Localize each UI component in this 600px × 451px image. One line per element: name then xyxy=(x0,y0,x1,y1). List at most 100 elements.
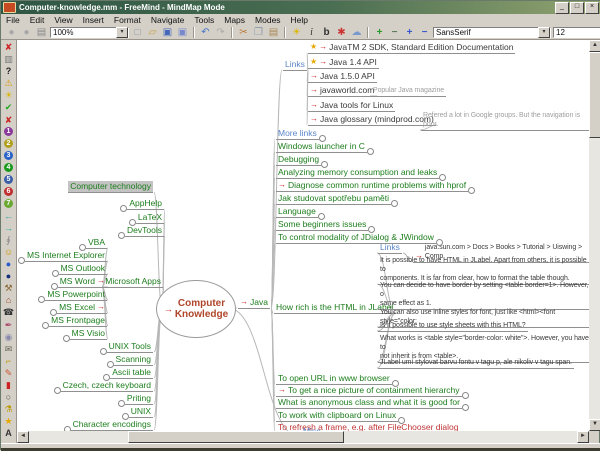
scroll-right-button[interactable]: ► xyxy=(577,431,589,443)
node-jak-studovat[interactable]: Jak studovat spotřebu paměti xyxy=(276,193,392,205)
fold-indicator[interactable] xyxy=(79,244,86,251)
trash-icon[interactable]: ▥ xyxy=(3,53,15,65)
telephone-icon[interactable]: ☎ xyxy=(3,306,15,318)
font-combo[interactable]: SansSerif ▾ xyxy=(433,27,551,38)
fold-indicator[interactable] xyxy=(63,335,70,342)
key-icon[interactable]: ⌐ xyxy=(3,355,15,367)
menu-tools[interactable]: Tools xyxy=(189,15,219,25)
fold-indicator[interactable] xyxy=(118,400,125,407)
number-5-icon[interactable]: 5 xyxy=(4,175,13,185)
node-ms-outlook[interactable]: MS Outlook xyxy=(58,263,107,275)
disc-icon[interactable]: ◉ xyxy=(3,331,15,343)
fold-indicator[interactable] xyxy=(436,239,443,246)
warning-icon[interactable]: ⚠ xyxy=(3,77,15,89)
back-icon[interactable]: ● xyxy=(5,27,18,39)
node-anonymous-class[interactable]: What is anonymous class and what it is g… xyxy=(276,397,462,409)
font-a-icon[interactable]: A xyxy=(3,427,15,439)
node-ms-visio[interactable]: MS Visio xyxy=(69,328,107,340)
cloud-icon[interactable]: ☁ xyxy=(350,27,363,39)
node-language[interactable]: Language xyxy=(276,206,318,218)
fold-indicator[interactable] xyxy=(462,392,469,399)
yes-check-icon[interactable]: ✔ xyxy=(3,101,15,113)
minimize-button-icon[interactable]: _ xyxy=(555,1,569,14)
fold-indicator[interactable] xyxy=(42,322,49,329)
redo-icon[interactable]: ↷ xyxy=(214,27,227,39)
fold-indicator[interactable] xyxy=(100,348,107,355)
smiley-icon[interactable]: ☺ xyxy=(3,246,15,258)
scroll-down-button[interactable]: ▼ xyxy=(589,419,600,431)
open-map-icon[interactable]: ▱ xyxy=(146,27,159,39)
fold-indicator[interactable] xyxy=(391,200,398,207)
node-ascii-table[interactable]: Ascii table xyxy=(110,367,153,379)
node-scanning[interactable]: Scanning xyxy=(113,354,153,366)
forward-arrow-icon[interactable]: → xyxy=(3,222,15,234)
node-more-links[interactable]: More links xyxy=(276,128,319,140)
decrease-branch-font-icon[interactable]: − xyxy=(418,27,431,39)
vertical-scrollbar[interactable]: ▲ ▼ xyxy=(589,40,600,431)
wrench-icon[interactable]: ⚒ xyxy=(3,282,15,294)
fold-indicator[interactable] xyxy=(398,417,405,424)
number-2-icon[interactable]: 2 xyxy=(4,139,13,149)
node-java-glossary[interactable]: → Java glossary (mindprod.com) xyxy=(308,114,436,126)
node-ms-internet-explorer[interactable]: MS Internet Explorer xyxy=(25,250,107,262)
node-para4[interactable]: Is it possible to use style sheets with … xyxy=(378,321,528,332)
menu-edit[interactable]: Edit xyxy=(25,15,50,25)
node-vba[interactable]: VBA xyxy=(85,237,107,249)
fold-indicator[interactable] xyxy=(54,387,61,394)
node-analyzing-memory[interactable]: Analyzing memory consumption and leaks xyxy=(276,167,440,179)
fold-indicator[interactable] xyxy=(129,219,136,226)
node-java150-api[interactable]: → Java 1.5.0 API xyxy=(308,71,377,83)
new-map-icon[interactable]: □ xyxy=(131,27,144,39)
node-latex[interactable]: LaTeX xyxy=(135,212,164,224)
zoom-combo[interactable]: 100% ▾ xyxy=(50,27,129,38)
fold-indicator[interactable] xyxy=(319,135,326,142)
node-unix[interactable]: UNIX xyxy=(128,406,153,418)
fold-indicator[interactable] xyxy=(38,296,45,303)
node-ms-powerpoint[interactable]: MS Powerpoint xyxy=(45,289,107,301)
marker-icon[interactable]: ▮ xyxy=(3,379,15,391)
node-unix-tools[interactable]: UNIX Tools xyxy=(106,341,153,353)
node-para6[interactable]: JLabel umí stylovat barvu fontu v tagu p… xyxy=(378,358,574,369)
back-arrow-icon[interactable]: ← xyxy=(3,210,15,222)
node-devtools[interactable]: DevTools xyxy=(125,225,164,237)
paste-icon[interactable]: ▤ xyxy=(267,27,280,39)
fold-indicator[interactable] xyxy=(107,361,114,368)
node-containment[interactable]: → To get a nice picture of containment hi… xyxy=(276,385,462,397)
node-jdialog-modality[interactable]: To control modality of JDialog & JWindow xyxy=(276,232,436,244)
node-microsoft-apps[interactable]: Microsoft Apps xyxy=(103,276,163,288)
attach-paperclip-icon[interactable]: ∮ xyxy=(3,234,15,246)
maximize-button-icon[interactable]: □ xyxy=(570,1,584,14)
fold-indicator[interactable] xyxy=(18,257,25,264)
node-clipboard-linux[interactable]: To work with clipboard on Linux xyxy=(276,410,399,422)
bold-icon[interactable]: b xyxy=(320,27,333,39)
increase-font-icon[interactable]: + xyxy=(373,27,386,39)
node-apphelp[interactable]: AppHelp xyxy=(127,198,164,210)
number-4-icon[interactable]: 4 xyxy=(4,163,13,173)
cloud-color-icon[interactable]: ✱ xyxy=(335,27,348,39)
vertical-scroll-thumb[interactable] xyxy=(589,52,600,138)
pen-icon[interactable]: ✒ xyxy=(3,319,15,331)
star-icon[interactable]: ★ xyxy=(3,415,15,427)
fold-indicator[interactable] xyxy=(318,213,325,220)
undo-icon[interactable]: ↶ xyxy=(199,27,212,39)
cut-icon[interactable]: ✂ xyxy=(237,27,250,39)
node-ms-excel[interactable]: MS Excel → xyxy=(57,302,107,314)
save-icon[interactable]: ▣ xyxy=(161,27,174,39)
node-java[interactable]: → Java xyxy=(238,297,270,309)
fold-indicator[interactable] xyxy=(367,148,374,155)
size-combo[interactable]: 12▾ xyxy=(553,27,600,38)
node-character-encodings[interactable]: Character encodings xyxy=(70,419,153,431)
idea-icon[interactable]: ☀ xyxy=(290,27,303,39)
fold-indicator[interactable] xyxy=(103,374,110,381)
node-links[interactable]: Links xyxy=(283,59,307,71)
home-icon[interactable]: ⌂ xyxy=(3,294,15,306)
menu-format[interactable]: Format xyxy=(109,15,146,25)
node-note-javaworld[interactable]: Popular Java magazine xyxy=(371,86,447,97)
node-debugging[interactable]: Debugging xyxy=(276,154,322,166)
help-icon[interactable]: ? xyxy=(3,65,15,77)
node-note-glossary[interactable]: Refered a lot in Google groups. But the … xyxy=(421,111,589,131)
node-java2-sdk[interactable]: ★ → JavaTM 2 SDK, Standard Edition Documen… xyxy=(308,42,516,54)
fold-indicator[interactable] xyxy=(51,283,58,290)
close-button-icon[interactable]: × xyxy=(585,1,599,14)
forward-icon[interactable]: ● xyxy=(20,27,33,39)
